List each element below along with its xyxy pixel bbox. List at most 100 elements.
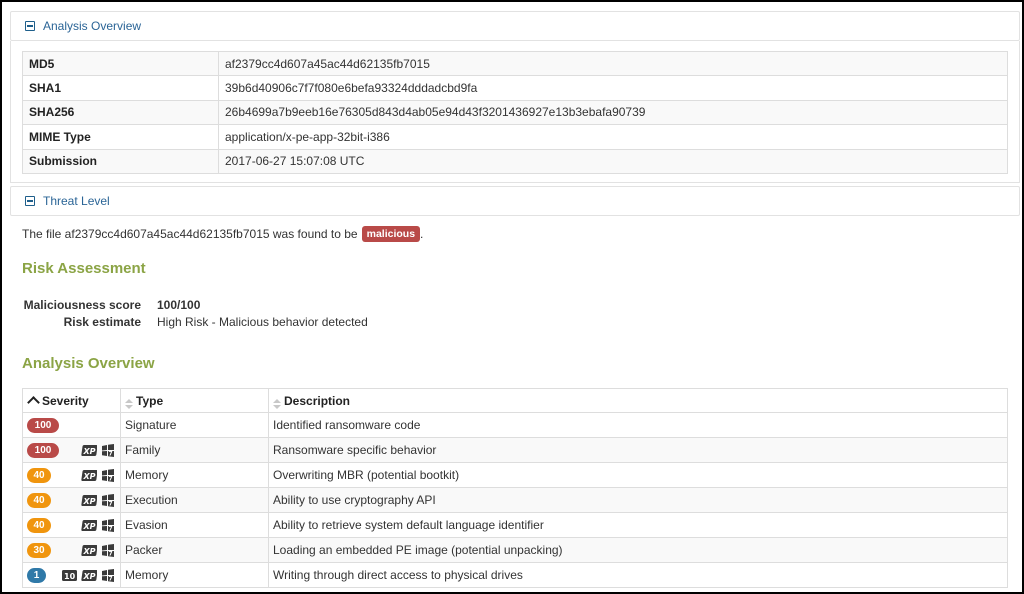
os-icons: XP 7 <box>80 493 116 508</box>
severity-cell: 40 XP 7 <box>22 487 121 513</box>
table-row[interactable]: 100 Signature Identified ransomware code <box>22 412 1008 438</box>
table-row[interactable]: 100 XP 7 Family Ransomware specific behavior <box>22 437 1008 463</box>
panel-title-threat-level[interactable]: Threat Level <box>43 194 110 208</box>
analysis-overview-heading: Analysis Overview <box>22 355 155 372</box>
info-value: 39b6d40906c7f7f080e6befa93324dddadcbd9fa <box>218 75 1008 101</box>
svg-text:XP: XP <box>83 572 96 581</box>
collapse-minus-icon[interactable] <box>25 21 35 31</box>
svg-text:7: 7 <box>109 501 113 508</box>
info-value: 26b4699a7b9eeb16e76305d843d4ab05e94d43f3… <box>218 99 1008 126</box>
windows-7-icon: 7 <box>102 469 114 483</box>
report-frame: Analysis Overview MD5 af2379cc4d607a45ac4… <box>0 0 1024 594</box>
type-cell: Execution <box>120 487 269 513</box>
severity-cell: 40 XP 7 <box>22 512 121 538</box>
severity-cell: 100 XP 7 <box>22 437 121 463</box>
type-cell: Family <box>120 437 269 463</box>
description-cell: Ability to use cryptography API <box>268 487 1008 513</box>
table-row[interactable]: 30 XP 7 Packer Loading an embedded PE image … <box>22 537 1008 563</box>
info-label: MD5 <box>22 50 219 77</box>
risk-row-score: Maliciousness score 100/100 <box>22 296 368 313</box>
table-row[interactable]: 40 XP 7 Memory Overwriting MBR (potential bo… <box>22 462 1008 488</box>
column-header-severity[interactable]: Severity <box>22 388 121 413</box>
os-icons: 10 XP 7 <box>61 568 116 583</box>
table-row[interactable]: 1 10 XP 7 Memory Writing through direct acces… <box>22 562 1008 588</box>
collapse-minus-icon[interactable] <box>25 196 35 206</box>
info-row: SHA256 26b4699a7b9eeb16e76305d843d4ab05e9… <box>22 99 1008 126</box>
windows-7-icon: 7 <box>102 519 114 533</box>
os-icons: XP 7 <box>80 443 116 458</box>
column-header-label: Severity <box>42 393 89 408</box>
column-header-label: Type <box>136 393 164 408</box>
type-cell: Packer <box>120 537 269 563</box>
info-label: SHA256 <box>22 99 219 126</box>
description-cell: Ransomware specific behavior <box>268 437 1008 463</box>
analysis-overview-panel-header[interactable]: Analysis Overview <box>10 11 1020 41</box>
column-header-description[interactable]: Description <box>268 388 1008 413</box>
os-icons: XP 7 <box>80 543 116 558</box>
windows-7-icon: 7 <box>102 544 114 558</box>
windows-xp-icon: XP <box>81 520 97 531</box>
windows-7-icon: 7 <box>102 444 114 458</box>
svg-text:XP: XP <box>83 497 96 506</box>
severity-cell: 40 XP 7 <box>22 462 121 488</box>
description-cell: Loading an embedded PE image (potential … <box>268 537 1008 563</box>
svg-text:7: 7 <box>109 551 113 558</box>
table-row[interactable]: 40 XP 7 Evasion Ability to retrieve system d… <box>22 512 1008 538</box>
table-header-row: Severity Type Description <box>22 388 1008 413</box>
windows-xp-icon: XP <box>81 545 97 556</box>
windows-xp-icon: XP <box>81 495 97 506</box>
severity-badge: 40 <box>27 468 51 483</box>
type-cell: Evasion <box>120 512 269 538</box>
column-header-type[interactable]: Type <box>120 388 269 413</box>
verdict-sentence: The file af2379cc4d607a45ac44d62135fb701… <box>22 227 358 241</box>
risk-label: Risk estimate <box>63 314 141 329</box>
severity-badge: 30 <box>27 543 51 558</box>
malicious-badge: malicious <box>361 226 421 242</box>
description-cell: Identified ransomware code <box>268 412 1008 438</box>
os-icons: XP 7 <box>80 468 116 483</box>
svg-text:XP: XP <box>83 447 96 456</box>
risk-label: Maliciousness score <box>23 297 141 312</box>
windows-xp-icon: XP <box>81 570 97 581</box>
windows-10-icon: 10 <box>62 570 77 581</box>
info-value: application/x-pe-app-32bit-i386 <box>218 124 1008 150</box>
column-header-label: Description <box>284 393 351 408</box>
svg-text:7: 7 <box>109 526 113 533</box>
info-label: SHA1 <box>22 75 219 101</box>
type-cell: Memory <box>120 562 269 588</box>
description-cell: Ability to retrieve system default langu… <box>268 512 1008 538</box>
sort-ascending-icon <box>27 395 40 409</box>
table-row[interactable]: 40 XP 7 Execution Ability to use cryptograph… <box>22 487 1008 513</box>
svg-text:7: 7 <box>109 451 113 458</box>
severity-badge: 40 <box>27 518 51 533</box>
severity-badge: 100 <box>27 443 59 458</box>
info-row: MD5 af2379cc4d607a45ac44d62135fb7015 <box>22 50 1008 77</box>
risk-assessment-heading: Risk Assessment <box>22 260 146 277</box>
severity-badge: 100 <box>27 418 59 433</box>
description-cell: Writing through direct access to physica… <box>268 562 1008 588</box>
info-value: 2017-06-27 15:07:08 UTC <box>218 148 1008 174</box>
info-row: MIME Type application/x-pe-app-32bit-i386 <box>22 124 1008 150</box>
windows-xp-icon: XP <box>81 470 97 481</box>
risk-assessment-list: Maliciousness score 100/100 Risk estimat… <box>22 296 368 330</box>
svg-text:XP: XP <box>83 472 96 481</box>
svg-text:7: 7 <box>109 576 113 583</box>
info-label: MIME Type <box>22 124 219 150</box>
windows-7-icon: 7 <box>102 569 114 583</box>
threat-verdict-line: The file af2379cc4d607a45ac44d62135fb701… <box>22 226 423 242</box>
severity-cell: 1 10 XP 7 <box>22 562 121 588</box>
panel-title-analysis-overview[interactable]: Analysis Overview <box>43 19 141 33</box>
info-value: af2379cc4d607a45ac44d62135fb7015 <box>218 50 1008 77</box>
info-row: Submission 2017-06-27 15:07:08 UTC <box>22 148 1008 174</box>
risk-value: High Risk - Malicious behavior detected <box>157 314 368 329</box>
hash-info-table: MD5 af2379cc4d607a45ac44d62135fb7015 SHA1 3… <box>22 50 1008 174</box>
svg-text:XP: XP <box>83 522 96 531</box>
svg-text:XP: XP <box>83 547 96 556</box>
severity-badge: 40 <box>27 493 51 508</box>
threat-level-panel-header[interactable]: Threat Level <box>10 186 1020 216</box>
windows-xp-icon: XP <box>81 445 97 456</box>
verdict-sentence-end: . <box>420 227 424 241</box>
type-cell: Signature <box>120 412 269 438</box>
svg-text:10: 10 <box>64 572 76 581</box>
info-row: SHA1 39b6d40906c7f7f080e6befa93324dddadcb… <box>22 75 1008 101</box>
